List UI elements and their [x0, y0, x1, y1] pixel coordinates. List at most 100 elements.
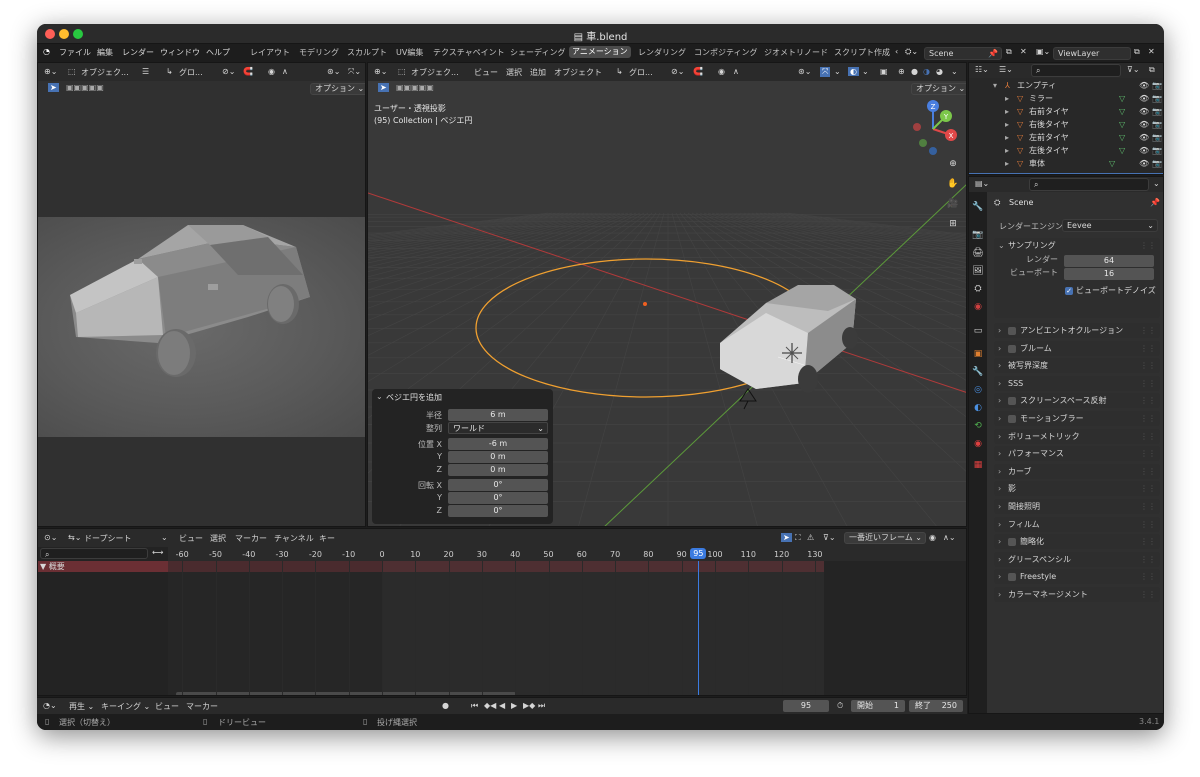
drag-handle-icon[interactable]: ⋮⋮	[1140, 238, 1156, 253]
tab-geometry-nodes[interactable]: ジオメトリノード	[764, 47, 828, 58]
menu-select[interactable]: 選択	[210, 533, 226, 544]
3d-viewport-area[interactable]: ⊕⌄ ⬚ オブジェク... ビュー 選択 追加 オブジェクト ↳ グロ... ⊘…	[367, 62, 967, 527]
drag-handle-icon[interactable]: ⋮⋮	[1140, 429, 1156, 444]
properties-area[interactable]: ▤⌄ ⌕ ⌄ 🔧 📷 🖨 🖼 ⛭ ◉ ▭ ▣ 🔧 ◎ ◐ ⟲ ◉ ▦ ⛭ Sce…	[968, 176, 1164, 714]
eye-icon[interactable]: 👁	[1139, 118, 1149, 131]
new-view-layer-icon[interactable]: ⧉	[1134, 47, 1140, 57]
tab-scripting[interactable]: スクリプト作成	[834, 47, 890, 58]
tab-modeling[interactable]: モデリング	[299, 47, 339, 58]
texture-tab-icon[interactable]: ▦	[971, 458, 985, 472]
view-layer-tab-icon[interactable]: 🖼	[971, 264, 985, 278]
menu-help[interactable]: ヘルプ	[206, 47, 230, 58]
menu-marker[interactable]: マーカー	[235, 533, 267, 544]
outliner-item[interactable]: ▸ ▽ ミラー ▽ 👁 📷	[969, 92, 1163, 105]
drag-handle-icon[interactable]: ⋮⋮	[1140, 411, 1156, 426]
properties-panel[interactable]: › カラーマネージメント ⋮⋮	[994, 587, 1160, 602]
view-layer-icon[interactable]: ▣⌄	[1036, 47, 1050, 56]
menu-render[interactable]: レンダー	[122, 47, 154, 58]
panel-checkbox[interactable]	[1008, 397, 1016, 406]
outliner-item-label[interactable]: 車体	[1029, 157, 1045, 170]
constraints-tab-icon[interactable]: ⟲	[971, 419, 985, 433]
horizontal-scrollbar[interactable]	[176, 692, 516, 695]
modifier-tab-icon[interactable]: 🔧	[971, 365, 985, 379]
summary-channel[interactable]: ▼ 概要	[38, 561, 168, 572]
menu-channel[interactable]: チャンネル	[274, 533, 314, 544]
swap-icon[interactable]: ⟷	[152, 548, 163, 557]
expand-icon[interactable]: ▸	[1005, 105, 1009, 118]
editor-type-icon[interactable]: ◔⌄	[43, 701, 57, 710]
scene-name-field[interactable]: Scene 📌	[924, 47, 1002, 60]
filter-icon[interactable]: ⊽⌄	[1127, 65, 1140, 74]
panel-checkbox[interactable]	[1008, 573, 1016, 582]
expand-icon[interactable]: ▸	[1005, 118, 1009, 131]
camera-render-icon[interactable]: 📷	[1152, 105, 1162, 118]
sampling-panel[interactable]: ⌄ サンプリング ⋮⋮ レンダー 64 ビューポート 16 ✓ ビューポートデノ…	[994, 238, 1160, 318]
errors-icon[interactable]: ⚠	[807, 533, 814, 542]
show-hidden-icon[interactable]: ⛶	[795, 533, 801, 543]
editor-type-icon[interactable]: ☷⌄	[975, 65, 989, 74]
remove-view-layer-icon[interactable]: ✕	[1148, 47, 1155, 56]
menu-marker[interactable]: マーカー	[186, 701, 218, 712]
properties-panel[interactable]: › ブルーム ⋮⋮	[994, 340, 1160, 356]
drag-handle-icon[interactable]: ⋮⋮	[1140, 341, 1156, 356]
location-y-field[interactable]: 0 m	[448, 451, 548, 463]
drag-handle-icon[interactable]: ⋮⋮	[1140, 481, 1156, 496]
eye-icon[interactable]: 👁	[1139, 105, 1149, 118]
play-reverse-icon[interactable]: ◀	[499, 701, 505, 710]
next-keyframe-icon[interactable]: ▶◆	[523, 701, 535, 710]
scroll-tabs-icon[interactable]: ‹	[895, 47, 898, 56]
camera-view-area[interactable]: ⊕⌄ ⬚ オブジェク... ☰ ↳ グロ... ⊘⌄ 🧲 ◉ ∧ ⊛⌄ ⤧⌄ ➤…	[37, 62, 366, 527]
snap-icon[interactable]: 🧲	[243, 67, 253, 76]
light-object-icon[interactable]	[739, 388, 757, 410]
eye-icon[interactable]: 👁	[1139, 79, 1149, 92]
align-dropdown[interactable]: ワールド ⌄	[448, 422, 548, 434]
car-object[interactable]	[720, 285, 858, 393]
frame-start-field[interactable]: 開始 1	[851, 700, 905, 712]
eye-icon[interactable]: 👁	[1139, 92, 1149, 105]
select-tool-icon[interactable]: ➤	[48, 83, 59, 92]
dopesheet-mode-dropdown[interactable]: ドープシート	[84, 533, 132, 544]
dopesheet-mode-icon[interactable]: ⇆⌄	[68, 533, 81, 542]
tab-shading[interactable]: シェーディング	[510, 47, 565, 58]
tab-rendering[interactable]: レンダリング	[638, 47, 686, 58]
playhead-frame-label[interactable]: 95	[690, 548, 707, 559]
menu-window[interactable]: ウィンドウ	[160, 47, 200, 58]
properties-panel[interactable]: › グリースペンシル ⋮⋮	[994, 551, 1160, 567]
visibility-icon[interactable]: ⊛⌄	[327, 67, 340, 76]
properties-panel[interactable]: › SSS ⋮⋮	[994, 375, 1160, 391]
drag-handle-icon[interactable]: ⋮⋮	[1140, 376, 1156, 391]
pin-icon[interactable]: 📌	[1150, 198, 1160, 207]
snap-dropdown[interactable]: 一番近いフレーム ⌄	[844, 532, 926, 544]
drag-handle-icon[interactable]: ⋮⋮	[1140, 534, 1156, 549]
camera-render-icon[interactable]: 📷	[1152, 131, 1162, 144]
viewport-denoise-checkbox[interactable]: ✓	[1065, 287, 1073, 295]
proportional-icon[interactable]: ◉	[929, 533, 936, 542]
camera-render-icon[interactable]: 📷	[1152, 79, 1162, 92]
tab-compositing[interactable]: コンポジティング	[694, 47, 758, 58]
selection-mode-icons[interactable]: ▣▣▣▣▣	[66, 83, 104, 92]
outliner-item[interactable]: ▸ ▽ 右後タイヤ ▽ 👁 📷	[969, 118, 1163, 131]
rotation-y-field[interactable]: 0°	[448, 492, 548, 504]
operator-title[interactable]: ベジエ円を追加	[386, 392, 442, 403]
drag-handle-icon[interactable]: ⋮⋮	[1140, 446, 1156, 461]
outliner-item-label[interactable]: ミラー	[1029, 92, 1053, 105]
outliner-item[interactable]: ▸ ▽ 車体 ▽ 👁 📷	[969, 157, 1163, 170]
frame-ruler[interactable]: -60 -50 -40 -30 -20 -10 0 10 20 30 40 50 60 70 80 90 95 1…	[168, 547, 966, 561]
physics-tab-icon[interactable]: ◐	[971, 401, 985, 415]
expand-icon[interactable]: ▾	[993, 79, 997, 92]
proportional-icon[interactable]: ◉	[268, 67, 275, 76]
location-x-field[interactable]: -6 m	[448, 438, 548, 450]
rotation-x-field[interactable]: 0°	[448, 479, 548, 491]
properties-panel[interactable]: › 被写界深度 ⋮⋮	[994, 358, 1160, 374]
gizmo-icon[interactable]: ⤧⌄	[348, 67, 361, 77]
drag-handle-icon[interactable]: ⋮⋮	[1140, 587, 1156, 602]
drag-handle-icon[interactable]: ⋮⋮	[1140, 552, 1156, 567]
orientation-dropdown[interactable]: グロ...	[179, 67, 203, 78]
filter-icon[interactable]: ⊽⌄	[823, 533, 836, 542]
render-tab-icon[interactable]: 📷	[971, 228, 985, 242]
falloff-icon[interactable]: ∧	[282, 67, 288, 76]
properties-panel[interactable]: › パフォーマンス ⋮⋮	[994, 446, 1160, 462]
eye-icon[interactable]: 👁	[1139, 157, 1149, 170]
drag-handle-icon[interactable]: ⋮⋮	[1140, 464, 1156, 479]
world-tab-icon[interactable]: ◉	[971, 300, 985, 314]
